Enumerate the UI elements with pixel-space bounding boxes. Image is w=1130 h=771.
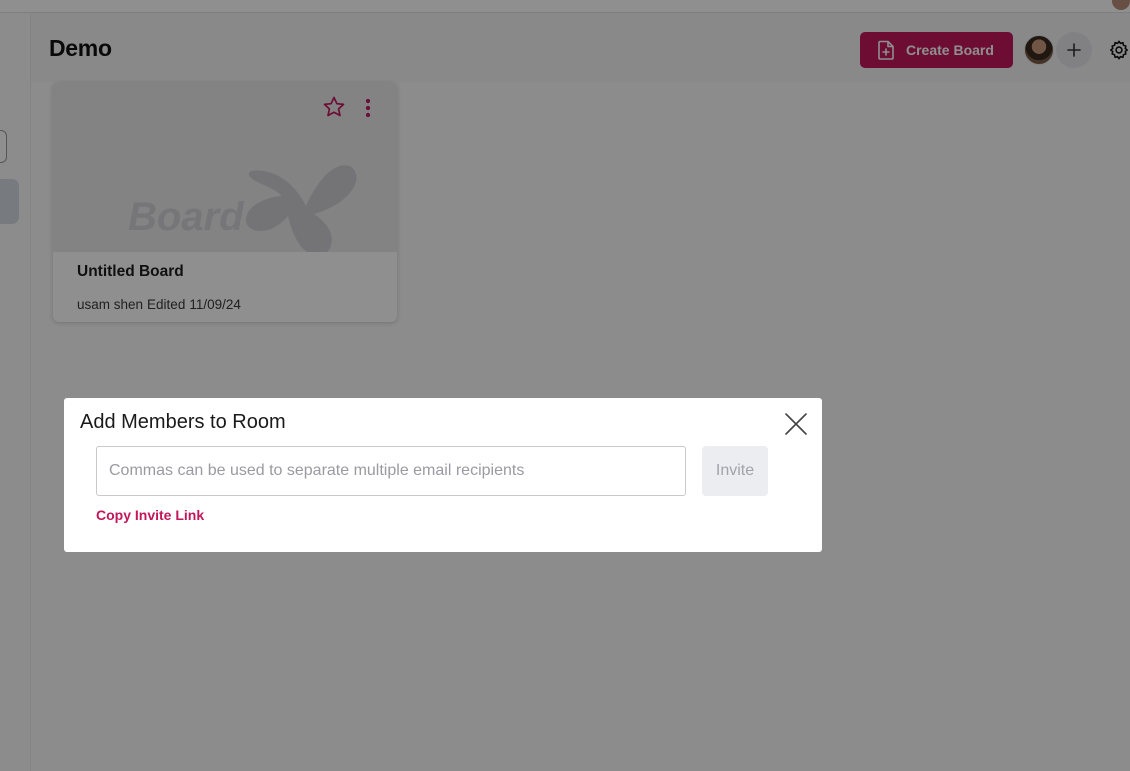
invite-button[interactable]: Invite bbox=[702, 446, 768, 496]
dialog-title: Add Members to Room bbox=[80, 411, 286, 433]
add-members-dialog: Add Members to Room Invite Copy Invite L… bbox=[64, 398, 822, 552]
email-recipients-input[interactable] bbox=[96, 446, 686, 496]
close-button[interactable] bbox=[781, 409, 811, 439]
copy-invite-link[interactable]: Copy Invite Link bbox=[96, 507, 204, 523]
modal-backdrop[interactable] bbox=[0, 0, 1130, 771]
close-icon bbox=[785, 413, 807, 435]
